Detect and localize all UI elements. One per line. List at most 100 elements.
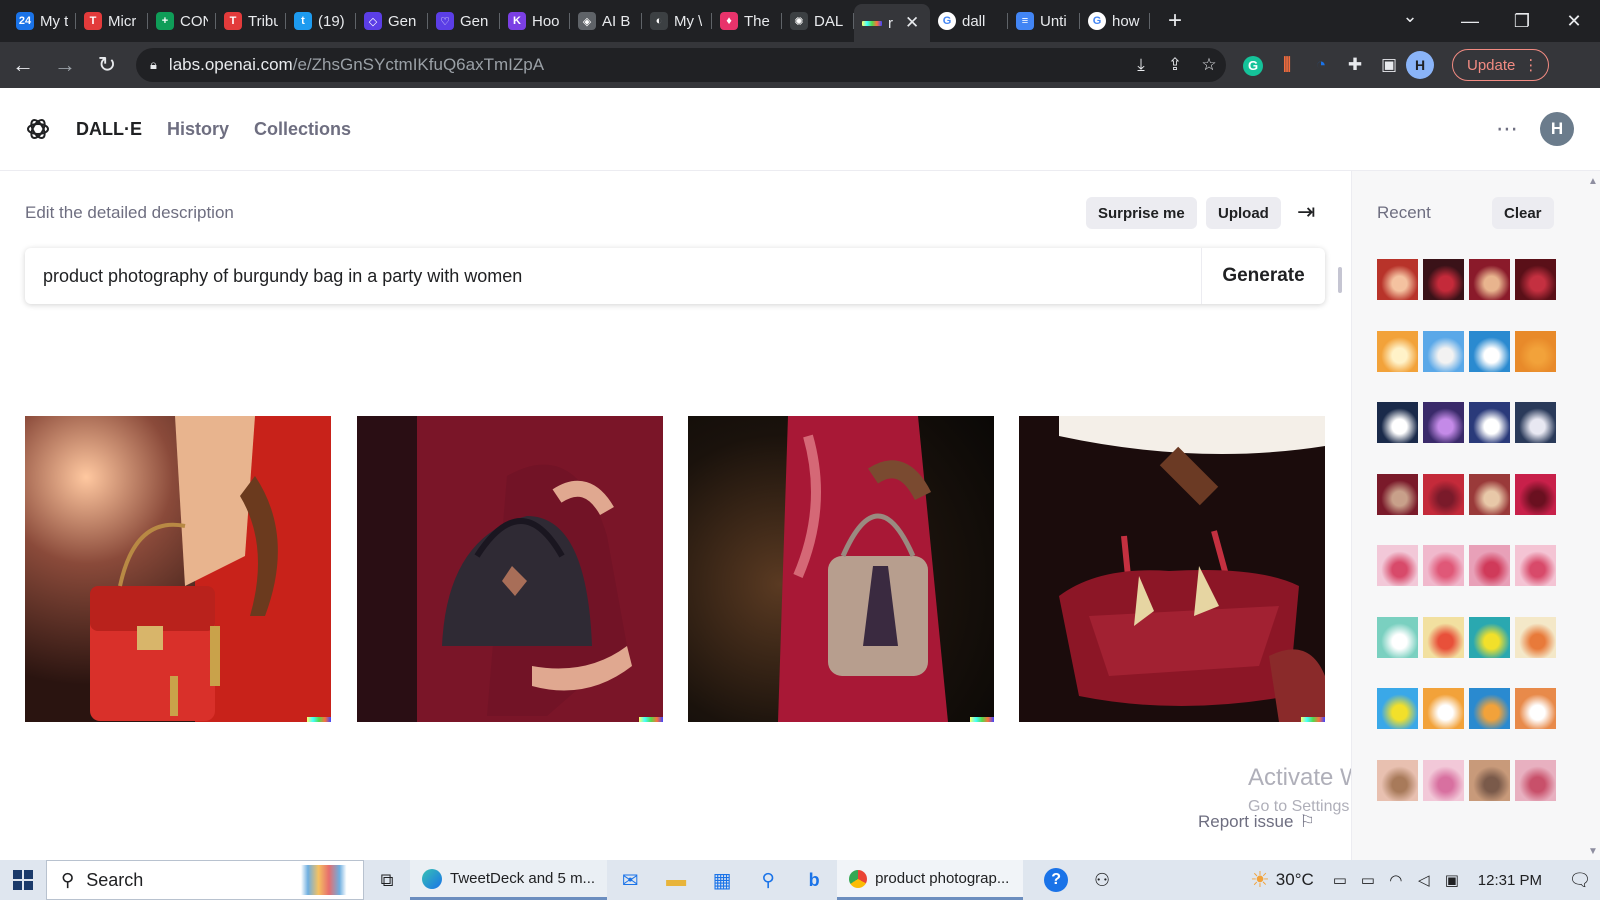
reload-icon[interactable]: ↻ <box>88 52 126 78</box>
browser-tab[interactable]: Ghow <box>1080 4 1150 38</box>
result-image-1[interactable] <box>25 416 331 722</box>
volume-icon[interactable]: ◁ <box>1410 871 1438 889</box>
recent-thumbnail[interactable] <box>1423 330 1464 372</box>
recent-thumbnail[interactable] <box>1423 759 1464 801</box>
browser-tab[interactable]: ≡ Unti <box>1008 4 1080 38</box>
browser-tab[interactable]: r ✕ <box>854 4 930 42</box>
recent-thumbnail[interactable] <box>1377 330 1418 372</box>
recent-thumbnail[interactable] <box>1423 402 1464 443</box>
close-window-icon[interactable]: ✕ <box>1548 11 1600 32</box>
recent-thumbnail[interactable] <box>1515 259 1556 300</box>
display-icon[interactable]: ▣ <box>1438 871 1466 889</box>
edge-extension-icon[interactable]: ◔ <box>1304 55 1338 75</box>
share-icon[interactable]: ⇪ <box>1158 55 1192 75</box>
extensions-puzzle-icon[interactable]: ✚ <box>1338 55 1372 75</box>
generate-button[interactable]: Generate <box>1201 248 1325 304</box>
clear-button[interactable]: Clear <box>1492 197 1554 229</box>
profile-avatar[interactable]: H <box>1406 51 1440 79</box>
recent-thumbnail[interactable] <box>1423 259 1464 300</box>
tab-search-chevron-icon[interactable]: ⌄ <box>1380 6 1440 27</box>
address-bar[interactable]: 🔒︎ labs.openai.com/e/ZhsGnSYctmIKfuQ6axT… <box>136 48 1226 82</box>
recent-thumbnail[interactable] <box>1377 759 1418 801</box>
task-view-icon[interactable]: ⧉ <box>364 860 410 900</box>
recent-thumbnail[interactable] <box>1469 759 1510 801</box>
collapse-sidebar-icon[interactable]: ⇥ <box>1297 199 1315 225</box>
browser-tab[interactable]: ◐ My \ <box>642 4 712 38</box>
recent-thumbnail[interactable] <box>1423 616 1464 658</box>
clock-time[interactable]: 12:31 PM <box>1478 872 1542 889</box>
recent-thumbnail[interactable] <box>1469 616 1510 658</box>
grammarly-icon[interactable]: G <box>1236 55 1270 76</box>
recent-thumbnail[interactable] <box>1515 330 1556 372</box>
recent-thumbnail[interactable] <box>1469 402 1510 443</box>
recent-thumbnail[interactable] <box>1377 259 1418 300</box>
notification-icon[interactable]: 🗨︎ <box>1560 870 1600 891</box>
user-avatar[interactable]: H <box>1540 112 1574 146</box>
browser-tab[interactable]: 24 My t <box>8 4 76 38</box>
recent-thumbnail[interactable] <box>1377 616 1418 658</box>
install-icon[interactable]: ⤓ <box>1124 55 1158 75</box>
back-icon[interactable]: ← <box>4 52 42 78</box>
meet-now-icon[interactable]: ▭ <box>1326 871 1354 889</box>
browser-tab[interactable]: t (19) <box>286 4 356 38</box>
sidebar-resize-handle[interactable] <box>1338 267 1342 293</box>
recent-thumbnail[interactable] <box>1515 473 1556 515</box>
upload-button[interactable]: Upload <box>1206 197 1281 229</box>
update-button[interactable]: Update ⋮ <box>1452 49 1550 81</box>
recent-thumbnail[interactable] <box>1423 545 1464 586</box>
bookmark-star-icon[interactable]: ☆ <box>1192 55 1226 75</box>
recent-thumbnail[interactable] <box>1377 545 1418 586</box>
recent-thumbnail[interactable] <box>1423 473 1464 515</box>
browser-tab[interactable]: ◇ Gen <box>356 4 428 38</box>
browser-tab[interactable]: ✺ DAL <box>782 4 854 38</box>
close-tab-icon[interactable]: ✕ <box>905 13 919 33</box>
recent-thumbnail[interactable] <box>1469 545 1510 586</box>
recent-thumbnail[interactable] <box>1377 688 1418 729</box>
scroll-down-icon[interactable]: ▼ <box>1588 846 1598 857</box>
mail-icon[interactable]: ✉ <box>607 860 653 900</box>
battery-icon[interactable]: ▭ <box>1354 871 1382 889</box>
forward-icon[interactable]: → <box>46 52 84 78</box>
brand-title[interactable]: DALL·E <box>76 119 142 140</box>
browser-tab[interactable]: ◈ AI B <box>570 4 642 38</box>
recent-thumbnail[interactable] <box>1377 402 1418 443</box>
search-app-icon[interactable]: ⚲ <box>745 860 791 900</box>
minimize-icon[interactable]: — <box>1444 11 1496 32</box>
recent-thumbnail[interactable] <box>1515 616 1556 658</box>
extension-bars-icon[interactable]: ⫼ <box>1270 55 1304 75</box>
prompt-input[interactable] <box>25 248 1201 304</box>
new-tab-icon[interactable]: + <box>1168 7 1182 35</box>
nav-collections[interactable]: Collections <box>254 119 351 140</box>
result-image-3[interactable] <box>688 416 994 722</box>
windows-start-icon[interactable] <box>0 860 46 900</box>
scroll-up-icon[interactable]: ▲ <box>1588 176 1598 187</box>
wifi-icon[interactable]: ◠ <box>1382 871 1410 889</box>
browser-tab[interactable]: ♦ The <box>712 4 782 38</box>
taskbar-edge-tweetdeck[interactable]: TweetDeck and 5 m... <box>410 860 608 900</box>
recent-thumbnail[interactable] <box>1469 473 1510 515</box>
store-icon[interactable]: ▦ <box>699 860 745 900</box>
openai-logo-icon[interactable] <box>0 116 76 142</box>
browser-tab[interactable]: T Micr <box>76 4 148 38</box>
recent-thumbnail[interactable] <box>1515 545 1556 586</box>
result-image-4[interactable] <box>1019 416 1325 722</box>
browser-tab[interactable]: ♡ Gen <box>428 4 500 38</box>
recent-thumbnail[interactable] <box>1469 330 1510 372</box>
weather-widget[interactable]: ☀ 30°C <box>1250 867 1314 893</box>
restore-icon[interactable]: ❐ <box>1496 11 1548 32</box>
surprise-me-button[interactable]: Surprise me <box>1086 197 1197 229</box>
recent-thumbnail[interactable] <box>1469 259 1510 300</box>
recent-thumbnail[interactable] <box>1515 402 1556 443</box>
browser-tab[interactable]: K Hoo <box>500 4 570 38</box>
taskbar-search-box[interactable]: ⚲ Search <box>46 860 364 900</box>
side-panel-icon[interactable]: ▣ <box>1372 55 1406 75</box>
bing-icon[interactable]: b <box>791 860 837 900</box>
browser-tab[interactable]: T Tribu <box>216 4 286 38</box>
recent-thumbnail[interactable] <box>1515 759 1556 801</box>
file-explorer-icon[interactable]: ▬ <box>653 860 699 900</box>
recent-thumbnail[interactable] <box>1423 688 1464 729</box>
result-image-2[interactable] <box>357 416 663 722</box>
recent-thumbnail[interactable] <box>1515 688 1556 729</box>
browser-tab[interactable]: + CON <box>148 4 216 38</box>
recent-thumbnail[interactable] <box>1469 688 1510 729</box>
